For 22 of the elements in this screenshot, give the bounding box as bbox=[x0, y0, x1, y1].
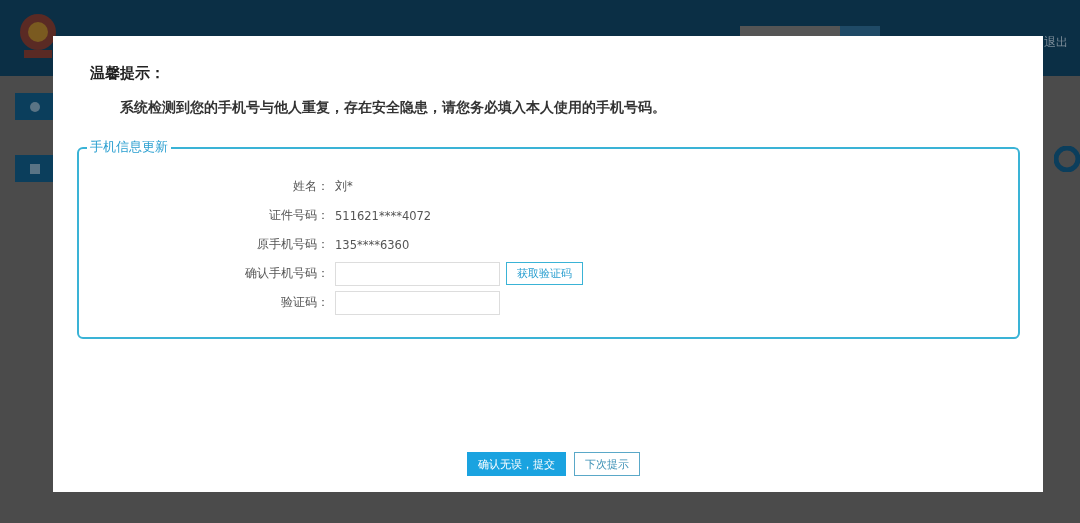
circle-icon bbox=[29, 100, 41, 113]
field-label: 姓名： bbox=[292, 179, 330, 194]
input-field[interactable] bbox=[335, 261, 500, 286]
field-label: 证件号码： bbox=[268, 208, 330, 223]
field-label: 验证码： bbox=[280, 295, 330, 310]
field-value: 511621****4072 bbox=[335, 208, 433, 223]
remind-later-button[interactable]: 下次提示 bbox=[574, 452, 640, 476]
sidebar-tab[interactable] bbox=[15, 93, 55, 120]
field-label: 确认手机号码： bbox=[244, 266, 330, 281]
get-code-button[interactable]: 获取验证码 bbox=[506, 262, 583, 285]
dialog-title: 温馨提示： bbox=[90, 64, 166, 83]
grid-icon bbox=[29, 162, 41, 175]
input-field[interactable] bbox=[335, 290, 500, 315]
warning-message: 系统检测到您的手机号与他人重复，存在安全隐患，请您务必填入本人使用的手机号码。 bbox=[120, 99, 667, 117]
field-value: 刘* bbox=[335, 179, 354, 194]
section-legend: 手机信息更新 bbox=[87, 139, 171, 156]
sidebar-tab[interactable] bbox=[15, 155, 55, 182]
field-value: 135****6360 bbox=[335, 237, 411, 252]
submit-button[interactable]: 确认无误，提交 bbox=[467, 452, 566, 476]
chat-icon[interactable] bbox=[1054, 146, 1080, 172]
field-label: 原手机号码： bbox=[256, 237, 330, 252]
logout-link[interactable]: 退出 bbox=[1044, 34, 1068, 51]
